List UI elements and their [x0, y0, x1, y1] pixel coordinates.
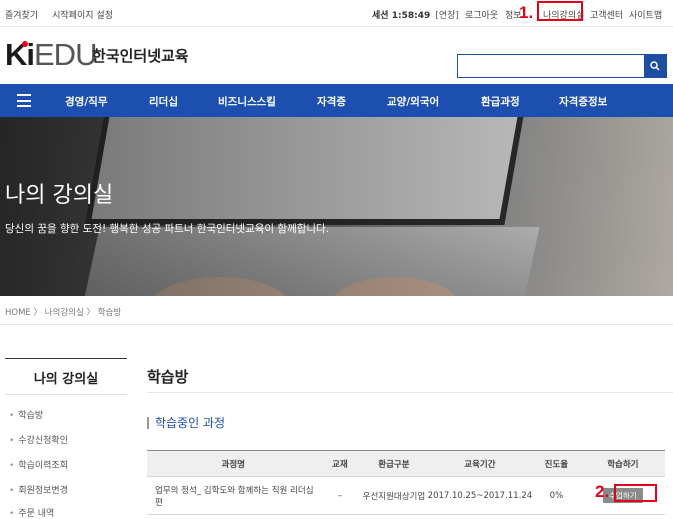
set-homepage-link[interactable]: 시작페이지 설정 [52, 8, 113, 21]
kiedu-logo[interactable]: Ki EDU [5, 37, 97, 72]
section-title: 학습중인 과정 [147, 414, 225, 431]
column-header-refund-type: 환급구분 [360, 450, 428, 477]
sidebar-title: 나의 강의실 [33, 372, 99, 387]
period-cell: 2017.10.25~2017.11.24 [427, 476, 533, 515]
page-title: 학습방 [147, 368, 189, 386]
column-header-progress: 진도율 [532, 450, 581, 477]
section-title-text: 학습중인 과정 [155, 416, 226, 430]
search-box [457, 54, 667, 78]
column-header-action: 학습하기 [580, 450, 665, 477]
nav-item-refund-course[interactable]: 환급과정 [481, 94, 520, 109]
divider [5, 394, 127, 395]
hamburger-icon[interactable] [17, 94, 31, 107]
sidebar-item-enrollment-check[interactable]: • 수강신청확인 [9, 433, 68, 446]
sidebar-item-study-room[interactable]: • 학습방 [9, 408, 43, 421]
session-timer: 세션 1:58:49 [연장] [372, 8, 459, 21]
sidebar-top-rule [5, 358, 127, 359]
logo-text-ki: Ki [5, 37, 35, 72]
nav-item-management[interactable]: 경영/직무 [65, 94, 107, 109]
favorites-link[interactable]: 즐겨찾기 [5, 8, 38, 21]
breadcrumb: HOME 〉 나의강의실 〉 학습방 [5, 308, 122, 318]
course-name-cell[interactable]: 업무의 정석_ 김학도와 함께하는 직원 리더십편 [147, 476, 320, 515]
column-header-period: 교육기간 [427, 450, 533, 477]
column-header-textbook: 교재 [319, 450, 361, 477]
hero-title: 나의 강의실 [5, 183, 114, 208]
nav-item-certification[interactable]: 자격증 [317, 94, 346, 109]
hero-subtitle: 당신의 꿈을 향한 도전! 행복한 성공 파트너 한국인터넷교육이 함께합니다. [5, 223, 330, 235]
annotation-marker-2: 2. [595, 482, 610, 501]
table-row: 업무의 정석_ 김학도와 함께하는 직원 리더십편 – 우선지원대상기업 201… [147, 476, 665, 515]
session-label: 세션 [372, 11, 389, 21]
course-table: 과정명 교재 환급구분 교육기간 진도율 학습하기 업무의 정석_ 김학도와 함… [147, 450, 665, 515]
logo-text-edu: EDU [34, 37, 97, 72]
session-extend-link[interactable]: [연장] [435, 11, 459, 21]
nav-item-cert-info[interactable]: 자격증정보 [559, 94, 607, 109]
customer-center-link[interactable]: 고객센터 [590, 8, 623, 21]
logo-dot [22, 41, 28, 47]
brand-name: 한국인터넷교육 [92, 47, 189, 65]
logout-link[interactable]: 로그아웃 [465, 8, 498, 21]
sitemap-link[interactable]: 사이트맵 [629, 8, 662, 21]
textbook-cell: – [319, 476, 361, 515]
annotation-highlight-box-2 [614, 484, 657, 502]
top-left-links: 즐겨찾기 시작페이지 설정 [5, 8, 113, 21]
annotation-highlight-box-1 [537, 1, 583, 21]
nav-item-business-skill[interactable]: 비즈니스스킬 [218, 94, 276, 109]
annotation-marker-1: 1. [519, 3, 534, 22]
divider [147, 392, 673, 393]
nav-item-culture-language[interactable]: 교양/외국어 [387, 94, 439, 109]
sidebar-item-member-info[interactable]: • 회원정보변경 [9, 483, 68, 496]
refund-type-cell: 우선지원대상기업 [360, 476, 428, 515]
search-icon [650, 61, 660, 71]
main-navigation: 경영/직무 리더십 비즈니스스킬 자격증 교양/외국어 환급과정 자격증정보 [0, 84, 673, 117]
divider [0, 324, 673, 325]
table-header-row: 과정명 교재 환급구분 교육기간 진도율 학습하기 [147, 450, 665, 477]
section-bar [147, 416, 149, 429]
search-input[interactable] [458, 55, 644, 77]
session-time: 1:58:49 [391, 11, 431, 21]
search-button[interactable] [644, 55, 666, 77]
hero-banner: 나의 강의실 당신의 꿈을 향한 도전! 행복한 성공 파트너 한국인터넷교육이… [0, 117, 673, 296]
progress-cell: 0% [532, 476, 581, 515]
sidebar-item-study-history[interactable]: • 학습이력조회 [9, 458, 68, 471]
column-header-course: 과정명 [147, 450, 320, 477]
sidebar-item-orders[interactable]: • 주문 내역 [9, 506, 54, 519]
nav-item-leadership[interactable]: 리더십 [149, 94, 178, 109]
